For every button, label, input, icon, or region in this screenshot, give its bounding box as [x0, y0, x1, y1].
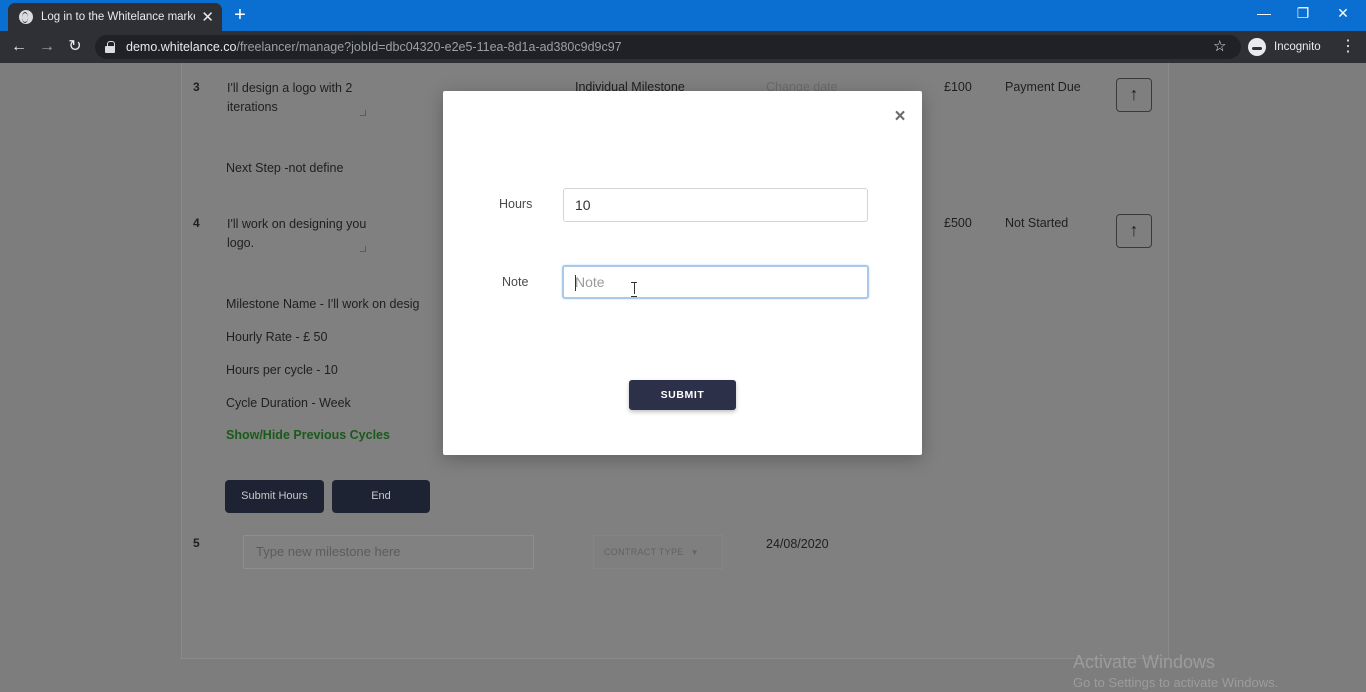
note-input[interactable]	[562, 265, 869, 299]
lock-icon[interactable]	[105, 41, 115, 53]
submit-button[interactable]: SUBMIT	[629, 380, 736, 410]
milestone-number: 4	[193, 216, 200, 230]
tab-title: Log in to the Whitelance marketplace	[41, 11, 195, 23]
milestone-name-detail: Milestone Name - I'll work on desig	[226, 297, 420, 311]
milestone-number: 3	[193, 80, 200, 94]
browser-tab[interactable]: Log in to the Whitelance marketplace ✕	[8, 3, 222, 31]
caret-down-icon: ▾	[692, 547, 698, 557]
milestone-status: Not Started	[1005, 216, 1069, 230]
forward-arrow-icon[interactable]: →	[36, 36, 58, 58]
text-cursor-icon	[631, 282, 637, 297]
incognito-label: Incognito	[1274, 41, 1321, 53]
hours-label: Hours	[499, 197, 533, 211]
up-arrow-button[interactable]: ↑	[1116, 78, 1152, 112]
tab-close-icon[interactable]: ✕	[201, 10, 214, 25]
cycle-duration-detail: Cycle Duration - Week	[226, 396, 351, 410]
submit-hours-modal: × Hours Note SUBMIT	[443, 91, 922, 455]
browser-tab-strip: Log in to the Whitelance marketplace ✕ +…	[0, 0, 1366, 31]
milestone-date: 24/08/2020	[766, 537, 829, 551]
incognito-profile-button[interactable]: Incognito	[1248, 36, 1321, 58]
text-caret	[575, 275, 576, 291]
hours-per-cycle-detail: Hours per cycle - 10	[226, 363, 338, 377]
activate-windows-subtext: Go to Settings to activate Windows.	[1073, 675, 1279, 690]
milestone-description[interactable]: I'll work on designing you logo.	[227, 215, 367, 253]
back-arrow-icon[interactable]: ←	[8, 36, 30, 58]
incognito-icon	[1248, 38, 1266, 56]
hourly-rate-detail: Hourly Rate - £ 50	[226, 330, 328, 344]
resize-grip-icon[interactable]	[360, 110, 366, 116]
milestone-amount: £500	[944, 216, 972, 230]
submit-hours-button[interactable]: Submit Hours	[225, 480, 324, 513]
hours-input[interactable]	[563, 188, 868, 222]
note-label: Note	[502, 275, 529, 289]
show-hide-cycles-link[interactable]: Show/Hide Previous Cycles	[226, 428, 390, 442]
up-arrow-button[interactable]: ↑	[1116, 214, 1152, 248]
maximize-button[interactable]: ❐	[1291, 3, 1315, 23]
browser-toolbar: ← → ↻ demo.whitelance.co /freelancer/man…	[0, 31, 1366, 63]
next-step-text: Next Step -not define	[226, 161, 344, 175]
reload-icon[interactable]: ↻	[64, 36, 86, 58]
contract-type-label: CONTRACT TYPE	[604, 547, 684, 557]
resize-grip-icon[interactable]	[360, 246, 366, 252]
close-icon[interactable]: ×	[891, 107, 909, 127]
url-path: /freelancer/manage?jobId=dbc04320-e2e5-1…	[236, 40, 622, 54]
new-milestone-input[interactable]: Type new milestone here	[243, 535, 534, 569]
milestone-number: 5	[193, 536, 200, 550]
activate-windows-watermark: Activate Windows	[1073, 652, 1216, 672]
end-button[interactable]: End	[332, 480, 430, 513]
milestone-description[interactable]: I'll design a logo with 2 iterations	[227, 79, 367, 117]
contract-type-select[interactable]: CONTRACT TYPE ▾	[593, 535, 723, 569]
bookmark-star-icon[interactable]: ☆	[1213, 36, 1226, 58]
globe-icon	[19, 10, 33, 24]
browser-menu-icon[interactable]: ⋮	[1340, 36, 1356, 58]
minimize-button[interactable]: —	[1252, 3, 1276, 23]
milestone-status: Payment Due	[1005, 80, 1081, 94]
new-tab-button[interactable]: +	[231, 4, 249, 26]
url-host: demo.whitelance.co	[126, 40, 237, 54]
close-window-button[interactable]: ✕	[1331, 3, 1355, 23]
milestone-amount: £100	[944, 80, 972, 94]
address-bar[interactable]: demo.whitelance.co /freelancer/manage?jo…	[95, 35, 1241, 59]
